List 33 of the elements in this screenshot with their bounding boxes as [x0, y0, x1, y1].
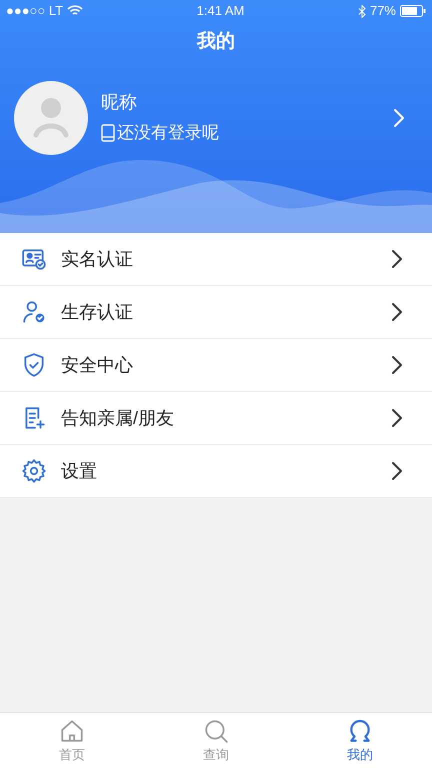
carrier-text: ●●●○○ LT: [6, 2, 64, 20]
person-check-icon: [21, 299, 47, 325]
tab-item[interactable]: 我的: [288, 713, 432, 768]
menu-label: 告知亲属/朋友: [61, 406, 176, 430]
battery-percent: 77%: [370, 2, 396, 20]
home-icon: [59, 718, 85, 744]
menu-item[interactable]: 设置: [0, 445, 432, 498]
menu-label: 设置: [61, 460, 98, 482]
menu-label: 生存认证: [61, 300, 134, 324]
chevron-right-icon: [390, 354, 404, 376]
clock-text: 1:41 AM: [196, 2, 244, 20]
menu-item[interactable]: 安全中心: [0, 339, 432, 392]
avatar-icon: [14, 80, 88, 154]
menu-item[interactable]: 告知亲属/朋友: [0, 392, 432, 445]
search-icon: [203, 718, 229, 744]
profile-row[interactable]: 昵称 还没有登录呢: [0, 80, 432, 154]
login-hint-text: 还没有登录呢: [117, 122, 219, 144]
wifi-icon: [67, 5, 84, 17]
chevron-right-icon: [390, 407, 404, 429]
settings-icon: [21, 458, 47, 484]
chevron-right-icon: [390, 460, 404, 482]
menu-item[interactable]: 实名认证: [0, 233, 432, 286]
chevron-right-icon: [390, 301, 404, 323]
battery-icon: [400, 5, 426, 17]
menu-label: 实名认证: [61, 248, 134, 270]
chevron-right-icon: [390, 248, 404, 270]
chevron-right-icon: [392, 106, 406, 128]
phone-icon: [101, 124, 115, 142]
page-title: 我的: [197, 30, 235, 54]
bluetooth-icon: [358, 4, 366, 18]
menu-label: 安全中心: [61, 354, 134, 376]
nickname-text: 昵称: [101, 91, 138, 114]
menu-item[interactable]: 生存认证: [0, 286, 432, 339]
